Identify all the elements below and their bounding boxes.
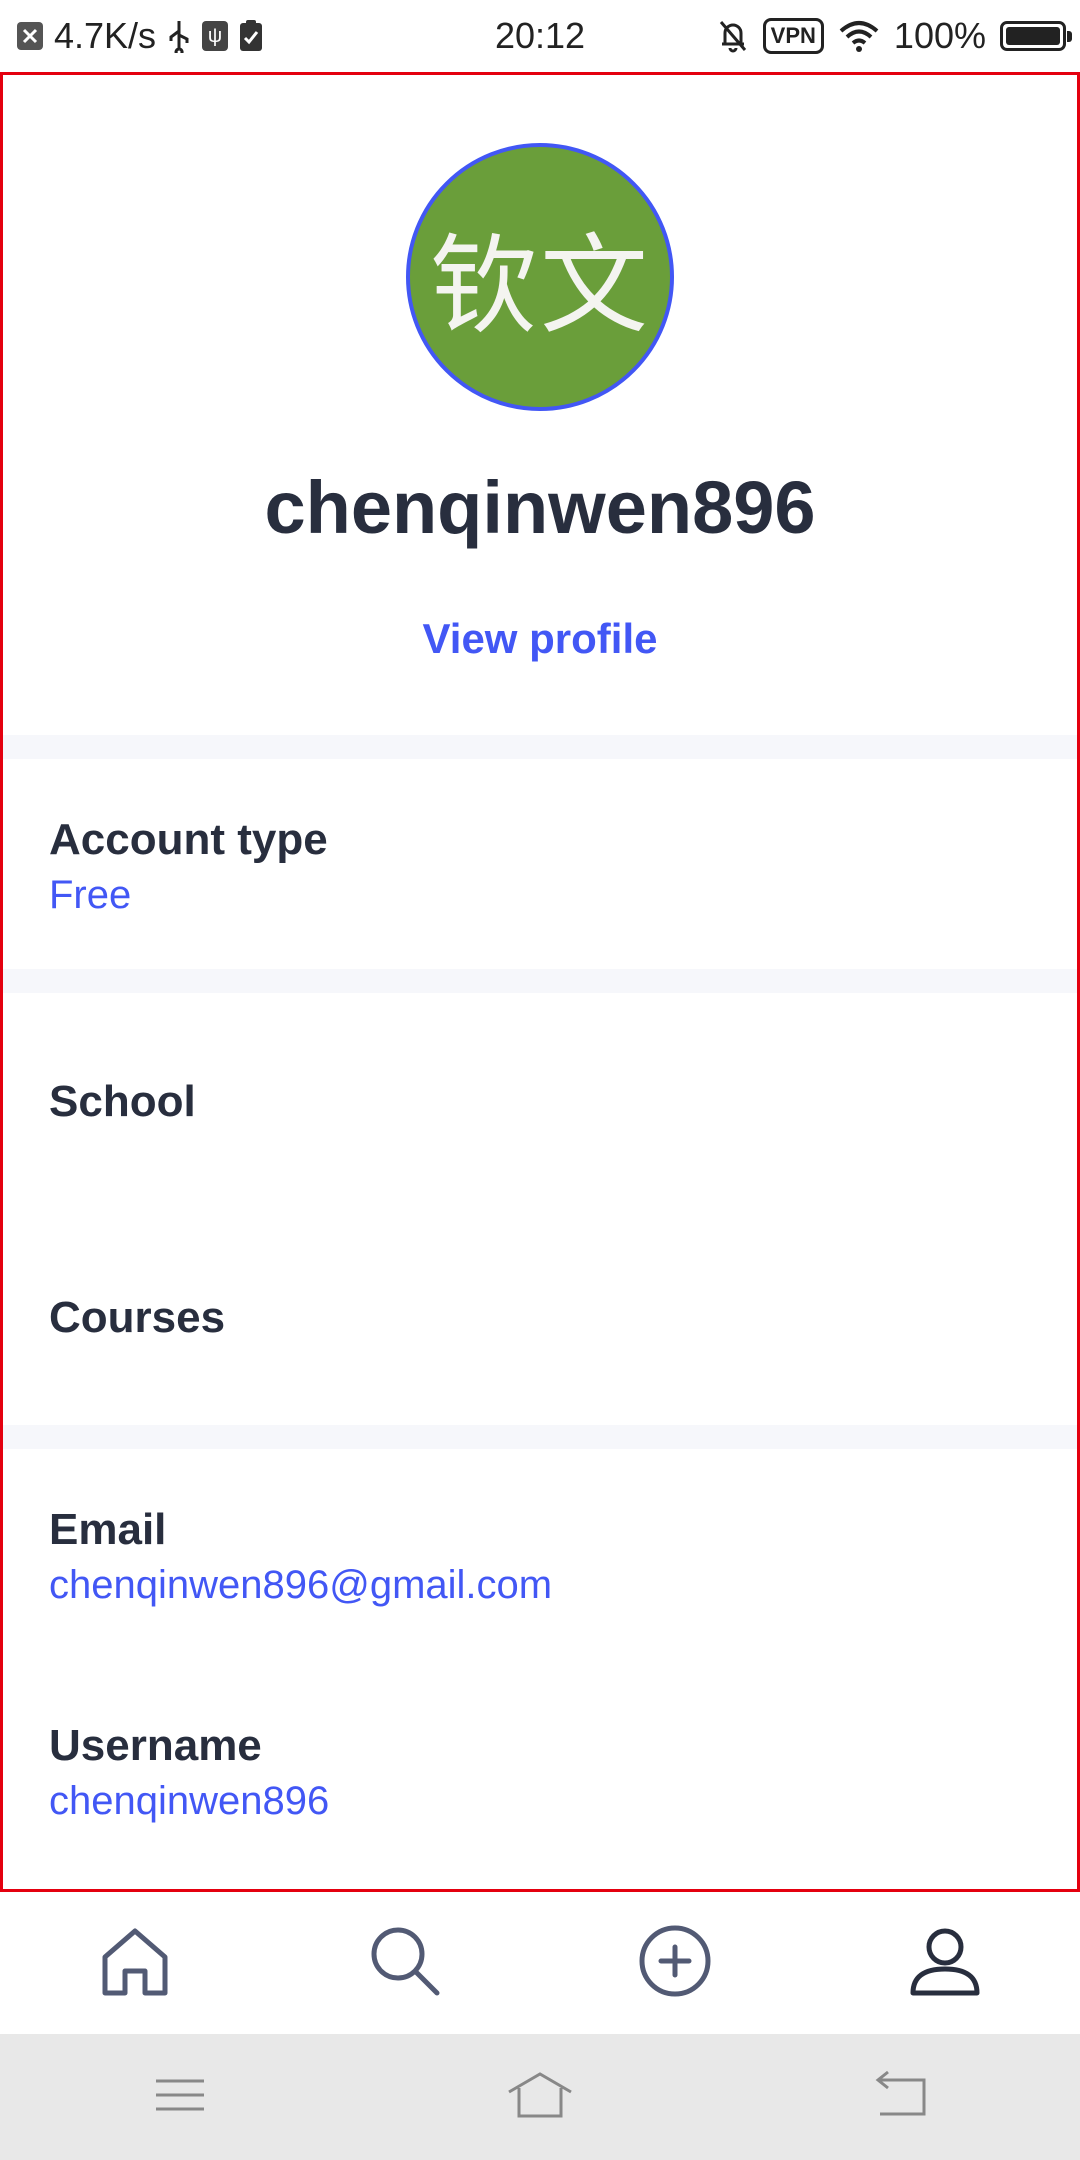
vpn-badge: VPN <box>762 18 824 54</box>
profile-header: 钦文 chenqinwen896 View profile <box>3 75 1077 735</box>
contact-section: Email chenqinwen896@gmail.com Username c… <box>3 1449 1077 1889</box>
tab-search[interactable] <box>270 1892 540 2034</box>
status-left: 4.7K/s ψ <box>16 0 264 72</box>
section-divider <box>3 1425 1077 1449</box>
clipboard-check-icon <box>238 19 264 53</box>
profile-icon <box>905 1921 985 2006</box>
courses-label: Courses <box>49 1293 226 1342</box>
section-divider <box>3 969 1077 993</box>
system-home-button[interactable] <box>360 2034 720 2160</box>
email-value: chenqinwen896@gmail.com <box>49 1563 553 1607</box>
wifi-icon <box>838 19 880 53</box>
home-icon <box>95 1921 175 2006</box>
account-type-label: Account type <box>49 815 328 864</box>
tab-profile[interactable] <box>810 1892 1080 2034</box>
section-divider <box>3 735 1077 759</box>
school-label: School <box>49 1077 196 1126</box>
usb-debug-icon: ψ <box>202 21 229 51</box>
school-courses-section: School Courses <box>3 993 1077 1425</box>
battery-percent: 100% <box>893 15 986 56</box>
account-type-value: Free <box>49 873 132 917</box>
tab-home[interactable] <box>0 1892 270 2034</box>
system-nav-bar <box>0 2034 1080 2160</box>
home-outline-icon <box>505 2070 575 2125</box>
mute-bell-icon <box>717 18 749 54</box>
battery-icon <box>1000 21 1072 51</box>
usb-icon <box>166 19 192 53</box>
courses-row[interactable]: Courses <box>49 1293 1031 1343</box>
status-bar: 4.7K/s ψ 20:12 VPN 100% <box>0 0 1080 72</box>
email-row[interactable]: Email chenqinwen896@gmail.com <box>49 1505 1031 1608</box>
account-type-field: Account type Free <box>49 815 1031 918</box>
tab-create[interactable] <box>540 1892 810 2034</box>
avatar[interactable]: 钦文 <box>406 143 674 411</box>
view-profile-link[interactable]: View profile <box>3 615 1077 663</box>
username-value: chenqinwen896 <box>49 1779 330 1823</box>
search-icon <box>365 1921 445 2006</box>
profile-username: chenqinwen896 <box>264 466 816 549</box>
back-icon <box>870 2070 930 2125</box>
battery-fill <box>1006 27 1060 45</box>
status-right: VPN 100% <box>717 0 1072 72</box>
notification-close-icon <box>16 20 44 52</box>
email-label: Email <box>49 1505 167 1554</box>
network-speed: 4.7K/s <box>54 15 157 56</box>
school-row[interactable]: School <box>49 1077 1031 1127</box>
account-type-section[interactable]: Account type Free <box>3 759 1077 969</box>
bottom-tab-bar <box>0 1892 1080 2034</box>
system-back-button[interactable] <box>720 2034 1080 2160</box>
system-menu-button[interactable] <box>0 2034 360 2160</box>
menu-icon <box>152 2075 208 2120</box>
add-icon <box>635 1921 715 2006</box>
username-label: Username <box>49 1721 262 1770</box>
account-screen[interactable]: 钦文 chenqinwen896 View profile Account ty… <box>0 72 1080 1892</box>
username-row[interactable]: Username chenqinwen896 <box>49 1721 1031 1824</box>
